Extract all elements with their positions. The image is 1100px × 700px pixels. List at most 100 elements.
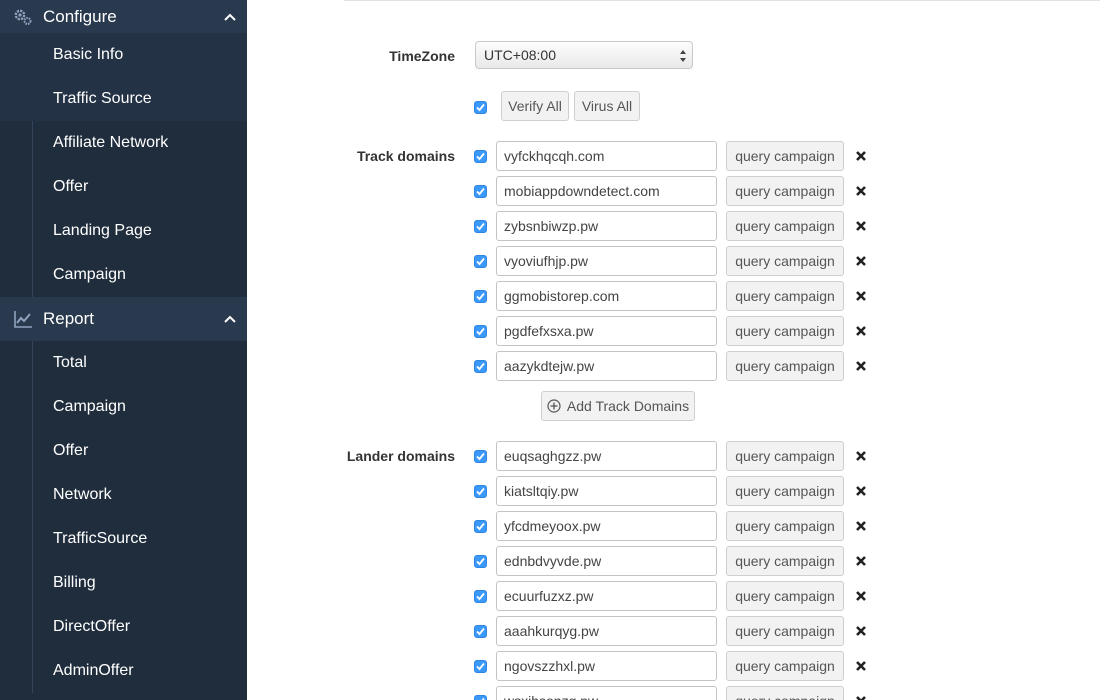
remove-icon[interactable] [854, 254, 868, 268]
domain-input[interactable] [496, 581, 717, 611]
sidebar-item-traffic-source[interactable]: Traffic Source [0, 77, 247, 121]
remove-icon[interactable] [854, 659, 868, 673]
report-items: Total Campaign Offer Network TrafficSour… [0, 341, 247, 693]
check-icon [476, 187, 485, 196]
sidebar-item-offer[interactable]: Offer [0, 165, 247, 209]
sidebar-item-report-offer[interactable]: Offer [0, 429, 247, 473]
sidebar-item-network[interactable]: Network [0, 473, 247, 517]
query-campaign-button[interactable]: query campaign [726, 176, 844, 206]
domain-input[interactable] [496, 246, 717, 276]
sidebar-item-label: Total [53, 354, 87, 371]
domain-checkbox[interactable] [474, 220, 487, 233]
check-icon [476, 362, 485, 371]
sidebar-group-report[interactable]: Report [0, 297, 247, 341]
domain-input[interactable] [496, 511, 717, 541]
domain-checkbox[interactable] [474, 450, 487, 463]
domain-input[interactable] [496, 686, 717, 700]
sidebar-item-directoffer[interactable]: DirectOffer [0, 605, 247, 649]
remove-icon[interactable] [854, 554, 868, 568]
chevron-up-icon[interactable] [223, 12, 237, 22]
remove-icon[interactable] [854, 484, 868, 498]
line-chart-icon [14, 311, 32, 328]
query-campaign-button[interactable]: query campaign [726, 546, 844, 576]
sidebar-item-label: Basic Info [53, 46, 124, 63]
domain-checkbox[interactable] [474, 150, 487, 163]
sidebar-item-trafficsource[interactable]: TrafficSource [0, 517, 247, 561]
query-campaign-button[interactable]: query campaign [726, 616, 844, 646]
remove-icon[interactable] [854, 624, 868, 638]
domain-input[interactable] [496, 476, 717, 506]
sidebar-item-billing[interactable]: Billing [0, 561, 247, 605]
domain-input[interactable] [496, 616, 717, 646]
domain-checkbox[interactable] [474, 520, 487, 533]
query-campaign-button[interactable]: query campaign [726, 351, 844, 381]
select-all-checkbox[interactable] [474, 101, 487, 114]
sidebar-item-label: Campaign [53, 398, 126, 415]
check-icon [476, 627, 485, 636]
query-campaign-button[interactable]: query campaign [726, 651, 844, 681]
domain-input[interactable] [496, 441, 717, 471]
remove-icon[interactable] [854, 149, 868, 163]
timezone-select[interactable]: UTC+08:00 [475, 41, 693, 69]
sidebar-item-landing-page[interactable]: Landing Page [0, 209, 247, 253]
sidebar-item-label: AdminOffer [53, 662, 134, 679]
query-campaign-button[interactable]: query campaign [726, 441, 844, 471]
query-campaign-button[interactable]: query campaign [726, 211, 844, 241]
remove-icon[interactable] [854, 219, 868, 233]
lander-domains-label: Lander domains [346, 448, 455, 464]
domain-input[interactable] [496, 211, 717, 241]
remove-icon[interactable] [854, 359, 868, 373]
query-campaign-button[interactable]: query campaign [726, 686, 844, 700]
domain-input[interactable] [496, 176, 717, 206]
check-icon [476, 222, 485, 231]
remove-icon[interactable] [854, 324, 868, 338]
sidebar-group-label: Configure [43, 6, 117, 26]
sidebar-group-label: Report [43, 309, 95, 328]
query-campaign-button[interactable]: query campaign [726, 316, 844, 346]
domain-checkbox[interactable] [474, 625, 487, 638]
divider [344, 0, 1100, 1]
sidebar-item-basic-info[interactable]: Basic Info [0, 33, 247, 77]
remove-icon[interactable] [854, 289, 868, 303]
query-campaign-button[interactable]: query campaign [726, 246, 844, 276]
remove-icon[interactable] [854, 184, 868, 198]
query-campaign-button[interactable]: query campaign [726, 141, 844, 171]
domain-input[interactable] [496, 651, 717, 681]
check-icon [476, 257, 485, 266]
sidebar-item-total[interactable]: Total [0, 341, 247, 385]
add-track-domains-button[interactable]: Add Track Domains [541, 391, 695, 421]
remove-icon[interactable] [854, 694, 868, 700]
virus-all-button[interactable]: Virus All [574, 91, 640, 121]
remove-icon[interactable] [854, 519, 868, 533]
domain-checkbox[interactable] [474, 485, 487, 498]
domain-checkbox[interactable] [474, 255, 487, 268]
sidebar-group-configure[interactable]: Configure [0, 0, 247, 33]
domain-checkbox[interactable] [474, 590, 487, 603]
query-campaign-button[interactable]: query campaign [726, 281, 844, 311]
chevron-up-icon[interactable] [223, 314, 237, 324]
domain-input[interactable] [496, 546, 717, 576]
query-campaign-button[interactable]: query campaign [726, 511, 844, 541]
query-campaign-button[interactable]: query campaign [726, 581, 844, 611]
verify-all-button[interactable]: Verify All [501, 91, 569, 121]
sidebar-item-adminoffer[interactable]: AdminOffer [0, 649, 247, 693]
domain-checkbox[interactable] [474, 555, 487, 568]
remove-icon[interactable] [854, 449, 868, 463]
domain-input[interactable] [496, 316, 717, 346]
remove-icon[interactable] [854, 589, 868, 603]
domain-checkbox[interactable] [474, 185, 487, 198]
sidebar-item-campaign[interactable]: Campaign [0, 253, 247, 297]
sidebar-item-report-campaign[interactable]: Campaign [0, 385, 247, 429]
domain-checkbox[interactable] [474, 360, 487, 373]
sidebar-item-label: DirectOffer [53, 618, 131, 635]
domain-checkbox[interactable] [474, 290, 487, 303]
domain-checkbox[interactable] [474, 695, 487, 700]
domain-input[interactable] [496, 281, 717, 311]
query-campaign-button[interactable]: query campaign [726, 476, 844, 506]
domain-input[interactable] [496, 351, 717, 381]
domain-checkbox[interactable] [474, 325, 487, 338]
domain-input[interactable] [496, 141, 717, 171]
configure-items: Basic Info Traffic Source Affiliate Netw… [0, 33, 247, 297]
domain-checkbox[interactable] [474, 660, 487, 673]
sidebar-item-affiliate-network[interactable]: Affiliate Network [0, 121, 247, 165]
